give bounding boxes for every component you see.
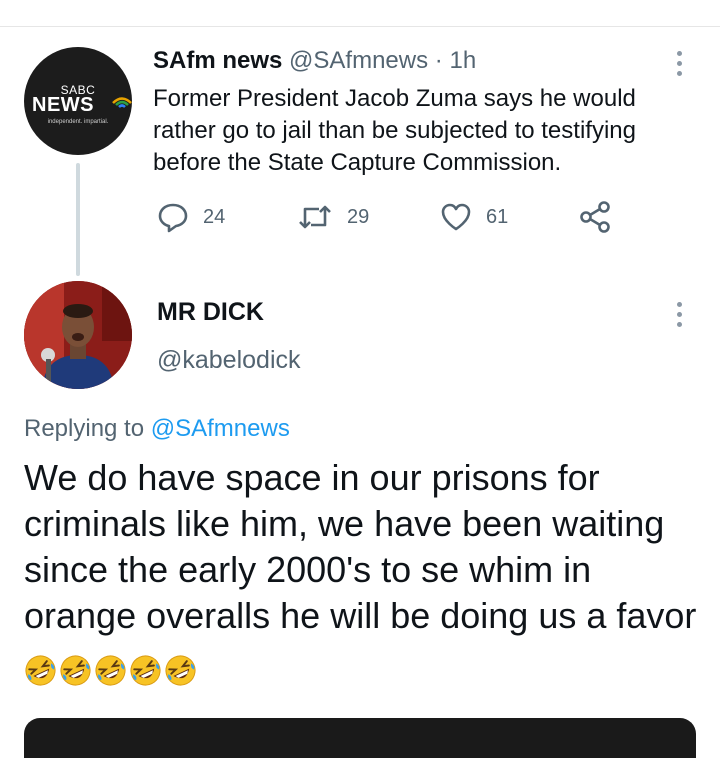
replying-to-mention[interactable]: @SAfmnews xyxy=(151,415,290,442)
rolling-on-floor-laughing-icon xyxy=(130,655,161,686)
top-divider xyxy=(0,26,720,27)
avatar-tagline: independent. impartial. xyxy=(47,119,109,125)
tweet-text: Former President Jacob Zuma says he woul… xyxy=(153,85,636,176)
retweet-icon xyxy=(299,205,331,229)
meta-separator: · xyxy=(434,47,443,74)
author-handle[interactable]: @SAfmnews xyxy=(289,47,428,74)
replying-to-line: Replying to @SAfmnews xyxy=(24,415,290,443)
reply-icon xyxy=(158,203,188,233)
reply-text: We do have space in our prisons for crim… xyxy=(24,457,697,636)
thread-line xyxy=(76,163,80,276)
reply-author-name[interactable]: MR DICK xyxy=(157,298,264,327)
reply-text-block: We do have space in our prisons for crim… xyxy=(24,455,704,691)
more-options-icon[interactable] xyxy=(677,51,683,81)
avatar-brand-main: NEWS xyxy=(32,94,94,116)
retweet-count: 29 xyxy=(347,205,370,228)
author-name[interactable]: SAfm news xyxy=(153,47,282,74)
share-button[interactable] xyxy=(578,200,612,234)
tweet-time[interactable]: 1h xyxy=(449,47,476,74)
like-count: 61 xyxy=(486,205,509,228)
rolling-on-floor-laughing-icon xyxy=(165,655,196,686)
reply-more-options-icon[interactable] xyxy=(677,302,683,332)
rolling-on-floor-laughing-icon xyxy=(60,655,91,686)
mr-dick-avatar[interactable] xyxy=(24,281,132,389)
retweet-button[interactable]: 29 xyxy=(297,201,369,233)
replying-to-label: Replying to xyxy=(24,415,145,442)
reply-author-handle[interactable]: @kabelodick xyxy=(157,346,301,375)
emoji-row xyxy=(24,645,199,691)
rolling-on-floor-laughing-icon xyxy=(25,655,56,686)
share-icon xyxy=(580,201,610,233)
tweet-header: SAfm news @SAfmnews · 1h xyxy=(153,47,476,75)
profile-photo xyxy=(24,281,132,389)
reply-count: 24 xyxy=(203,205,226,228)
sabc-news-avatar[interactable]: SABC NEWS independent. impartial. xyxy=(24,47,132,155)
like-button[interactable]: 61 xyxy=(440,201,508,233)
media-preview[interactable] xyxy=(24,718,696,758)
heart-icon xyxy=(441,203,471,231)
signal-icon xyxy=(112,97,132,108)
reply-button[interactable]: 24 xyxy=(157,201,225,233)
rolling-on-floor-laughing-icon xyxy=(95,655,126,686)
